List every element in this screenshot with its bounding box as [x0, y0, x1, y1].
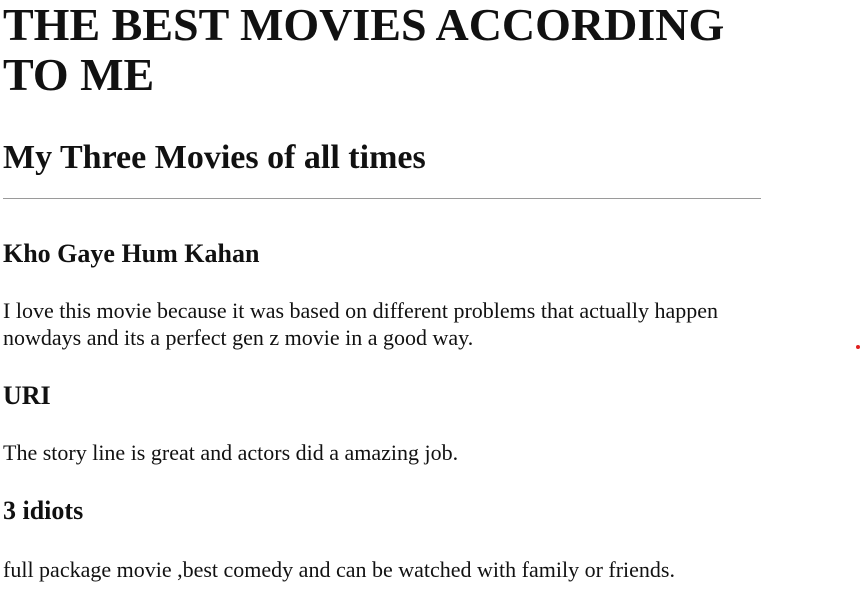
movie-title: URI [3, 381, 51, 410]
page-title: THE BEST MOVIES ACCORDING TO ME [3, 0, 725, 100]
movie-title: 3 idiots [3, 496, 84, 525]
divider [3, 198, 761, 199]
movie-title: Kho Gaye Hum Kahan [3, 239, 260, 268]
red-dot-mark [856, 345, 860, 349]
page-content: THE BEST MOVIES ACCORDING TO ME My Three… [3, 0, 761, 582]
movie-description: The story line is great and actors did a… [3, 440, 459, 465]
page-subtitle: My Three Movies of all times [3, 139, 426, 176]
movie-description: full package movie ,best comedy and can … [3, 557, 675, 582]
movie-description: I love this movie because it was based o… [3, 298, 718, 350]
